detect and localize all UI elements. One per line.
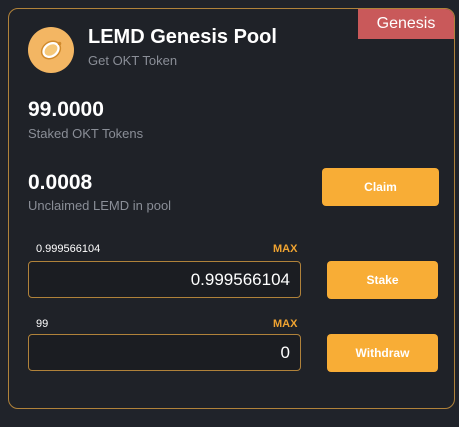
staked-value: 99.0000 (28, 98, 104, 121)
lemon-icon (28, 27, 74, 73)
stake-button[interactable]: Stake (327, 261, 438, 299)
withdraw-amount-input[interactable] (28, 334, 301, 371)
unclaimed-caption: Unclaimed LEMD in pool (28, 198, 172, 213)
claim-button[interactable]: Claim (322, 168, 439, 206)
stake-amount-input[interactable] (28, 261, 301, 298)
pool-title: LEMD Genesis Pool (88, 26, 277, 48)
staked-caption: Staked OKT Tokens (28, 126, 144, 141)
withdraw-balance-label: 99 (36, 318, 49, 330)
pool-card: Genesis LEMD Genesis Pool Get OKT Token … (8, 8, 455, 409)
withdraw-max-button[interactable]: MAX (273, 318, 297, 330)
unclaimed-value: 0.0008 (28, 171, 93, 194)
pool-subtitle: Get OKT Token (88, 53, 178, 68)
withdraw-button[interactable]: Withdraw (327, 334, 438, 372)
pool-badge: Genesis (358, 9, 454, 39)
stake-balance-label: 0.999566104 (36, 243, 101, 255)
stake-max-button[interactable]: MAX (273, 243, 297, 255)
